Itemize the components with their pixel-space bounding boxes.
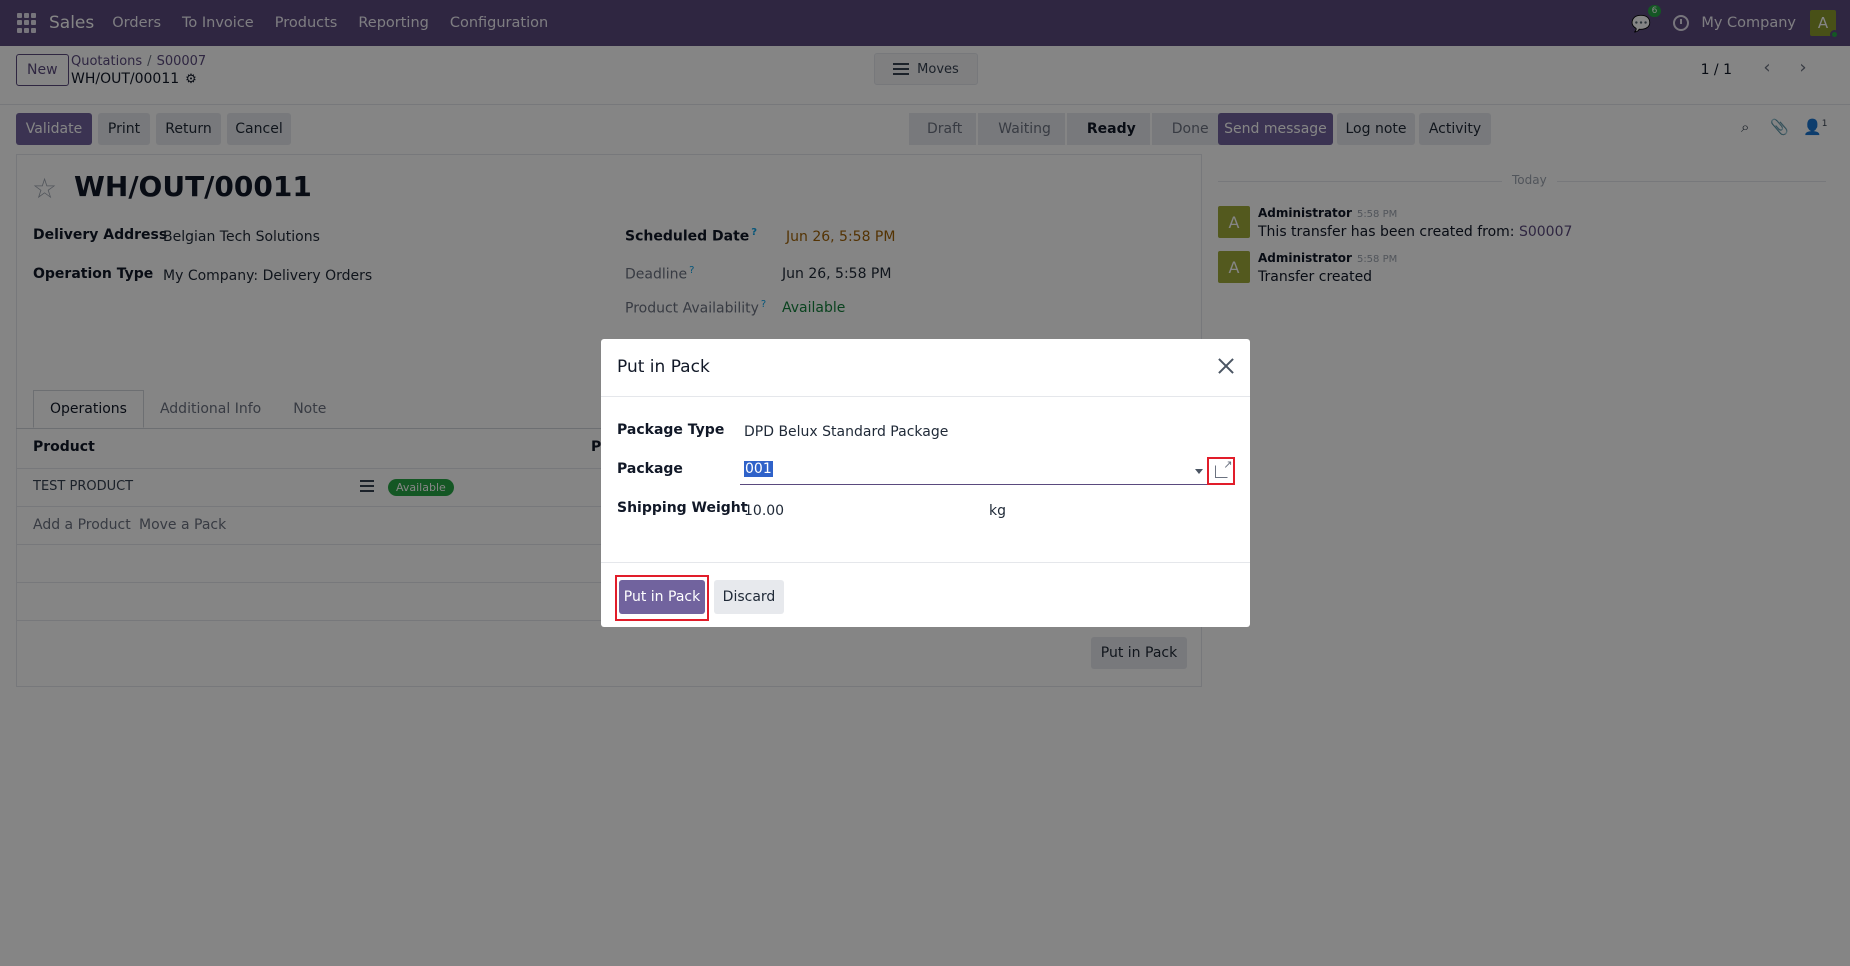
package-type-value[interactable]: DPD Belux Standard Package xyxy=(744,424,948,440)
discard-button[interactable]: Discard xyxy=(714,580,784,614)
open-external-button[interactable] xyxy=(1207,457,1235,485)
put-in-pack-dialog: Put in Pack Package Type DPD Belux Stand… xyxy=(601,339,1250,627)
caret-down-icon[interactable] xyxy=(1195,469,1203,474)
package-input[interactable]: 001 xyxy=(740,457,1209,485)
dialog-title: Put in Pack xyxy=(617,357,710,377)
package-label: Package xyxy=(617,461,683,477)
package-type-label: Package Type xyxy=(617,422,725,438)
shipping-weight-label: Shipping Weight xyxy=(617,500,748,516)
external-link-icon xyxy=(1214,458,1233,478)
put-in-pack-confirm-button[interactable]: Put in Pack xyxy=(619,580,705,614)
weight-unit: kg xyxy=(989,503,1006,519)
shipping-weight-input[interactable]: 10.00 xyxy=(744,503,784,519)
package-input-value: 001 xyxy=(744,461,773,477)
close-icon[interactable] xyxy=(1215,355,1237,377)
dialog-header: Put in Pack xyxy=(601,339,1250,397)
dialog-footer-divider xyxy=(601,562,1250,563)
